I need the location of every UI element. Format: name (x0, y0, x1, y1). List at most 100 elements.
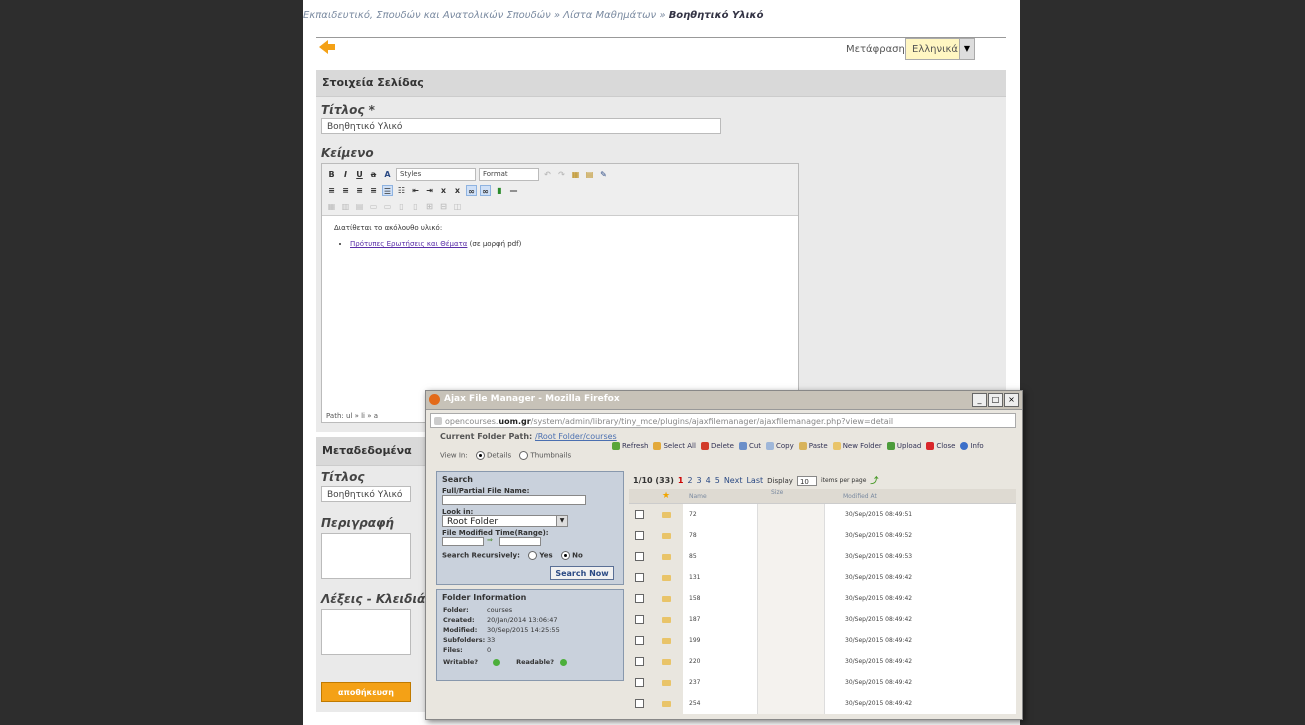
page-link[interactable]: 4 (706, 476, 711, 485)
window-titlebar[interactable]: Ajax File Manager - Mozilla Firefox _ □ … (426, 391, 1022, 410)
image-icon[interactable]: ▮ (494, 185, 505, 196)
thumbnails-radio[interactable] (519, 451, 529, 460)
row-checkbox[interactable] (634, 510, 644, 519)
table-row[interactable]: 78 30/Sep/2015 08:49:52 (629, 525, 1016, 546)
table-row[interactable]: 158 30/Sep/2015 08:49:42 (629, 588, 1016, 609)
editor-content[interactable]: Διατίθεται το ακόλουθο υλικό: Πρότυπες Ε… (322, 216, 798, 256)
meta-title-input[interactable]: Βοηθητικό Υλικό (321, 486, 411, 502)
clean-icon[interactable]: ✎ (598, 169, 609, 180)
bullet-list-icon[interactable]: ☰ (382, 184, 393, 196)
paste-button[interactable]: Paste (798, 442, 828, 450)
row-name[interactable]: 254 (683, 693, 757, 714)
info-button[interactable]: Info (960, 442, 984, 450)
row-name[interactable]: 85 (683, 546, 757, 567)
align-right-icon[interactable]: ≡ (354, 185, 365, 196)
save-button[interactable]: αποθήκευση (321, 682, 411, 702)
new-folder-button[interactable]: New Folder (832, 442, 882, 450)
delete-button[interactable]: Delete (700, 442, 734, 450)
keywords-textarea[interactable] (321, 609, 411, 655)
current-path-link[interactable]: /Root Folder/courses (535, 432, 617, 441)
description-textarea[interactable] (321, 533, 411, 579)
row-checkbox[interactable] (634, 552, 644, 561)
header-modified[interactable]: Modified At (823, 489, 1016, 503)
date-to-input[interactable] (499, 537, 541, 546)
table-row[interactable]: 220 30/Sep/2015 08:49:42 (629, 651, 1016, 672)
row-name[interactable]: 237 (683, 672, 757, 693)
details-radio[interactable] (475, 451, 485, 460)
refresh-button[interactable]: Refresh (612, 442, 648, 450)
cell-props-icon[interactable]: ▤ (354, 201, 365, 212)
row-name[interactable]: 199 (683, 630, 757, 651)
split-cells-icon[interactable]: ⊞ (424, 201, 435, 212)
italic-button[interactable]: I (340, 169, 351, 180)
indent-icon[interactable]: ⇥ (424, 185, 435, 196)
row-name[interactable]: 187 (683, 609, 757, 630)
close-icon[interactable]: × (1004, 393, 1019, 407)
row-checkbox[interactable] (634, 531, 644, 540)
close-button[interactable]: Close (926, 442, 955, 450)
file-name-input[interactable] (442, 495, 586, 505)
last-link[interactable]: Last (746, 476, 763, 485)
merge-cells-icon[interactable]: ⊟ (438, 201, 449, 212)
page-link[interactable]: 2 (687, 476, 692, 485)
bold-button[interactable]: B (326, 169, 337, 180)
row-name[interactable]: 220 (683, 651, 757, 672)
justify-icon[interactable]: ≡ (368, 185, 379, 196)
next-link[interactable]: Next (724, 476, 743, 485)
row-checkbox[interactable] (634, 636, 644, 645)
recursive-no-radio[interactable] (561, 551, 571, 560)
table-row[interactable]: 199 30/Sep/2015 08:49:42 (629, 630, 1016, 651)
delete-row-icon[interactable]: ▭ (382, 201, 393, 212)
up-level-icon[interactable]: ⤴ (870, 475, 878, 486)
row-checkbox[interactable] (634, 594, 644, 603)
subscript-icon[interactable]: x (438, 185, 449, 196)
search-now-button[interactable]: Search Now (550, 566, 614, 580)
look-in-select[interactable]: Root Folder ▼ (442, 515, 568, 527)
star-icon[interactable]: ★ (649, 491, 683, 501)
cut-button[interactable]: Cut (738, 442, 761, 450)
format-dropdown[interactable]: Format (479, 167, 539, 181)
recursive-yes-radio[interactable] (528, 551, 538, 560)
page-link[interactable]: 5 (715, 476, 720, 485)
delete-col-icon[interactable]: ▯ (410, 201, 421, 212)
editor-link[interactable]: Πρότυπες Ερωτήσεις και Θέματα (350, 240, 467, 248)
table-icon[interactable]: ▦ (326, 201, 337, 212)
align-left-icon[interactable]: ≡ (326, 185, 337, 196)
copy-button[interactable]: Copy (766, 442, 794, 450)
row-checkbox[interactable] (634, 573, 644, 582)
row-name[interactable]: 72 (683, 504, 757, 525)
language-select[interactable]: Ελληνικά ▼ (905, 38, 975, 60)
row-checkbox[interactable] (634, 678, 644, 687)
underline-button[interactable]: U (354, 169, 365, 180)
insert-col-icon[interactable]: ▯ (396, 201, 407, 212)
page-link[interactable]: 3 (697, 476, 702, 485)
row-name[interactable]: 131 (683, 567, 757, 588)
breadcrumb-path[interactable]: Εκπαιδευτικό, Σπουδών και Ανατολικών Σπο… (303, 10, 666, 21)
table-row[interactable]: 85 30/Sep/2015 08:49:53 (629, 546, 1016, 567)
strike-button[interactable]: a (368, 169, 379, 180)
minimize-icon[interactable]: _ (972, 393, 987, 407)
row-props-icon[interactable]: ▥ (340, 201, 351, 212)
paste-icon[interactable]: ▦ (570, 169, 581, 180)
unlink-icon[interactable]: ∞ (480, 184, 491, 196)
row-name[interactable]: 158 (683, 588, 757, 609)
table-row[interactable]: 72 30/Sep/2015 08:49:51 (629, 504, 1016, 525)
superscript-icon[interactable]: x (452, 185, 463, 196)
row-checkbox[interactable] (634, 699, 644, 708)
title-input[interactable]: Βοηθητικό Υλικό (321, 118, 721, 134)
maximize-icon[interactable]: □ (988, 393, 1003, 407)
row-checkbox[interactable] (634, 615, 644, 624)
undo-icon[interactable]: ↶ (542, 169, 553, 180)
header-name[interactable]: Name (683, 489, 757, 503)
redo-icon[interactable]: ↷ (556, 169, 567, 180)
header-size[interactable]: Size (757, 489, 823, 503)
insert-row-icon[interactable]: ▭ (368, 201, 379, 212)
html-icon[interactable]: ◫ (452, 201, 463, 212)
paste-text-icon[interactable]: ▤ (584, 169, 595, 180)
font-color-icon[interactable]: A (382, 169, 393, 180)
select-all-button[interactable]: Select All (653, 442, 696, 450)
numbered-list-icon[interactable]: ☷ (396, 185, 407, 196)
per-page-select[interactable]: 10 (796, 475, 817, 486)
table-row[interactable]: 131 30/Sep/2015 08:49:42 (629, 567, 1016, 588)
rich-text-editor[interactable]: B I U a A Styles Format ↶ ↷ ▦ ▤ ✎ ≡ ≡ ≡ … (321, 163, 799, 423)
